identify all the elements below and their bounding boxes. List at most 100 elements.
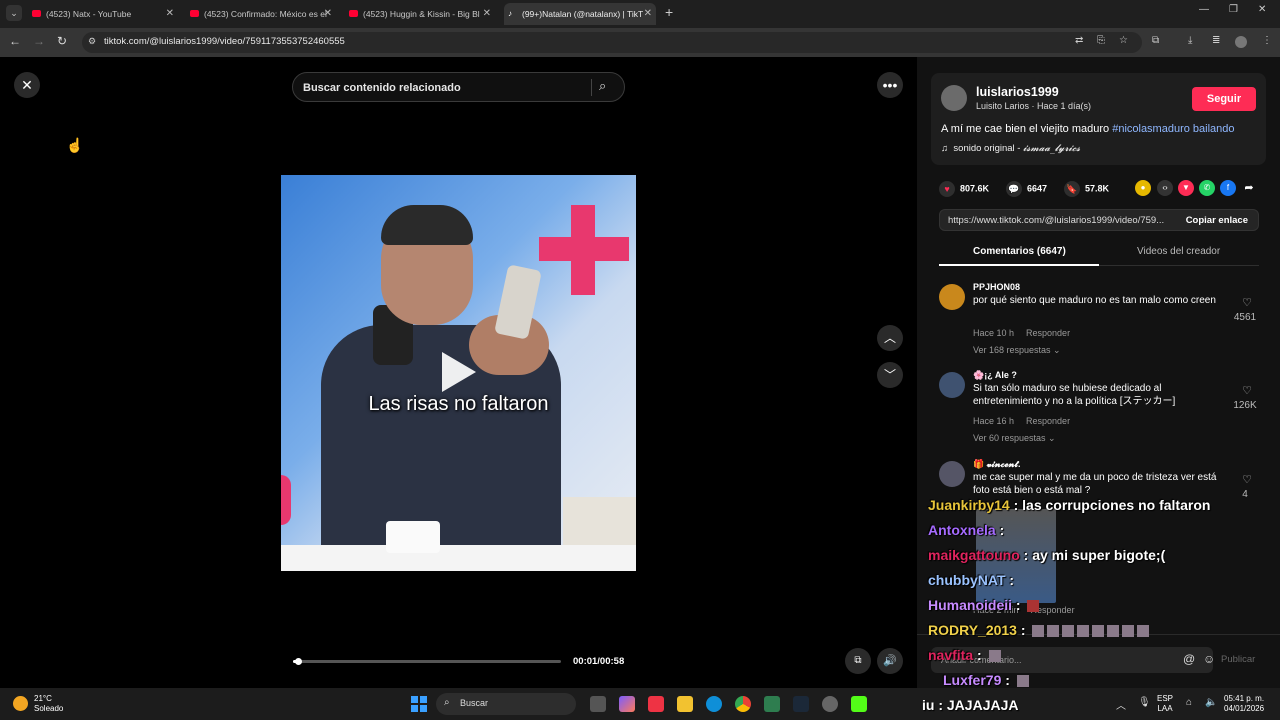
- video-player[interactable]: Las risas no faltaron: [281, 175, 636, 571]
- avatar[interactable]: [941, 85, 967, 111]
- taskbar-search[interactable]: ⌕ Buscar: [436, 693, 576, 715]
- view-replies[interactable]: Ver 60 respuestas ⌄: [973, 433, 1056, 444]
- view-replies[interactable]: Ver 168 respuestas ⌄: [973, 345, 1061, 356]
- tab-comments[interactable]: Comentarios (6647): [973, 246, 1066, 257]
- search-input[interactable]: [303, 79, 583, 96]
- comment-input[interactable]: [941, 653, 1141, 667]
- close-tab-icon[interactable]: ✕: [483, 3, 491, 25]
- clock-date: 04/01/2026: [1224, 704, 1265, 713]
- reload-icon[interactable]: ↻: [57, 34, 67, 48]
- heart-outline-icon[interactable]: ♡: [1235, 473, 1259, 486]
- reply-button[interactable]: Responder: [1026, 416, 1070, 426]
- close-window-icon[interactable]: ✕: [1258, 4, 1266, 15]
- tab-creator-videos[interactable]: Videos del creador: [1137, 246, 1220, 257]
- chevron-up-icon[interactable]: ︿: [877, 325, 903, 351]
- kick-icon[interactable]: [851, 696, 867, 712]
- address-bar[interactable]: ⚙ tiktok.com/@luislarios1999/video/75911…: [82, 32, 1142, 53]
- avatar[interactable]: [939, 372, 965, 398]
- follow-button[interactable]: Seguir: [1192, 87, 1256, 111]
- search-icon[interactable]: ⌕: [599, 78, 606, 94]
- language-indicator[interactable]: ESP LAA: [1157, 694, 1173, 714]
- tray-chevron-up-icon[interactable]: ︿: [1116, 697, 1126, 712]
- menu-kebab-icon[interactable]: ⋮: [1262, 35, 1272, 46]
- translate-icon[interactable]: ⇄: [1075, 35, 1083, 46]
- video-desk: [281, 545, 636, 571]
- tab-youtube-2[interactable]: (4523) Confirmado: México es el ✕: [186, 3, 336, 25]
- tab-youtube-1[interactable]: (4523) Natx - YouTube ✕: [28, 3, 178, 25]
- floating-player-icon[interactable]: ⧉: [845, 648, 871, 674]
- file-explorer-icon[interactable]: [677, 696, 693, 712]
- reply-button[interactable]: Responder: [1026, 328, 1070, 338]
- comment-meta: Hace 16 h Responder: [973, 416, 1070, 426]
- bookmark-icon[interactable]: 🔖: [1064, 181, 1080, 197]
- progress-knob[interactable]: [295, 658, 303, 665]
- sun-icon[interactable]: [13, 696, 28, 711]
- send-icon[interactable]: ▼: [1178, 180, 1194, 196]
- tab-tiktok[interactable]: ♪ (99+)Natalan (@natalanx) | TikT ✕: [504, 3, 656, 25]
- chevron-down-icon[interactable]: ﹀: [877, 362, 903, 388]
- emoji-icon[interactable]: ☺: [1203, 652, 1215, 666]
- close-tab-icon[interactable]: ✕: [166, 3, 174, 25]
- speaker-icon[interactable]: 🔈: [1205, 697, 1217, 708]
- media-control-icon[interactable]: ≣: [1212, 35, 1220, 46]
- weather-widget[interactable]: 21°C Soleado: [34, 694, 63, 714]
- comment-user[interactable]: PPJHON08: [973, 282, 1020, 292]
- facebook-icon[interactable]: f: [1220, 180, 1236, 196]
- publish-button[interactable]: Publicar: [1221, 654, 1255, 665]
- store-icon[interactable]: [648, 696, 664, 712]
- comment-user[interactable]: 🌸¡¿ Ale ?: [973, 370, 1017, 381]
- restore-icon[interactable]: ❐: [1229, 4, 1238, 15]
- play-icon[interactable]: [442, 352, 476, 392]
- steam-icon[interactable]: [793, 696, 809, 712]
- app-icon[interactable]: [822, 696, 838, 712]
- downloads-icon[interactable]: ⤓: [1188, 35, 1192, 46]
- close-tab-icon[interactable]: ✕: [324, 3, 332, 25]
- copilot-icon[interactable]: [619, 696, 635, 712]
- share-arrow-icon[interactable]: ➦: [1241, 180, 1257, 196]
- tab-youtube-3[interactable]: (4523) Huggin & Kissin - Big Bl ✕: [345, 3, 495, 25]
- excel-icon[interactable]: [764, 696, 780, 712]
- task-view-icon[interactable]: [590, 696, 606, 712]
- reply-button[interactable]: Responder: [1031, 605, 1075, 615]
- video-progress-bar[interactable]: [293, 658, 561, 665]
- clock[interactable]: 05:41 p. m. 04/01/2026: [1224, 694, 1264, 714]
- network-icon[interactable]: ⌂: [1186, 697, 1192, 708]
- heart-outline-icon[interactable]: ♡: [1235, 296, 1259, 309]
- close-tab-icon[interactable]: ✕: [644, 3, 652, 25]
- minimize-icon[interactable]: —: [1199, 4, 1209, 15]
- back-icon[interactable]: ←: [9, 34, 21, 48]
- chrome-icon[interactable]: [735, 696, 751, 712]
- windows-start-icon[interactable]: [411, 696, 427, 712]
- mention-icon[interactable]: @: [1183, 652, 1195, 666]
- like-stat[interactable]: ♥ 807.6K: [939, 181, 989, 197]
- more-options-icon[interactable]: •••: [877, 72, 903, 98]
- hashtag-link[interactable]: #nicolasmaduro bailando: [1112, 123, 1234, 135]
- microphone-icon[interactable]: 🎙: [1138, 697, 1151, 708]
- save-stat[interactable]: 🔖 57.8K: [1064, 181, 1109, 197]
- bookmark-star-icon[interactable]: ☆: [1119, 35, 1128, 46]
- close-icon[interactable]: ✕: [14, 72, 40, 98]
- copy-link-button[interactable]: Copiar enlace: [1186, 215, 1248, 226]
- forward-icon[interactable]: →: [33, 34, 45, 48]
- share-link[interactable]: https://www.tiktok.com/@luislarios1999/v…: [948, 215, 1178, 226]
- author-username[interactable]: luislarios1999: [976, 85, 1059, 99]
- comment-user[interactable]: 🎁 𝓿𝓲𝓷𝓬𝓮𝓷𝓽.: [973, 459, 1020, 470]
- comment-icon[interactable]: 💬: [1006, 181, 1022, 197]
- heart-icon[interactable]: ♥: [939, 181, 955, 197]
- whatsapp-icon[interactable]: ✆: [1199, 180, 1215, 196]
- site-info-icon[interactable]: ⚙: [88, 36, 96, 47]
- comment-stat[interactable]: 💬 6647: [1006, 181, 1047, 197]
- avatar[interactable]: [939, 461, 965, 487]
- avatar[interactable]: [939, 284, 965, 310]
- embed-icon[interactable]: ‹›: [1157, 180, 1173, 196]
- sound-info[interactable]: ♫ sonido original - 𝓲𝓼𝓶𝓪𝓪_𝓵𝔂𝓻𝓲𝓬𝓼: [941, 143, 1080, 154]
- volume-icon[interactable]: 🔊: [877, 648, 903, 674]
- extensions-icon[interactable]: ⧉: [1152, 35, 1159, 46]
- edge-icon[interactable]: [706, 696, 722, 712]
- coin-icon[interactable]: ●: [1135, 180, 1151, 196]
- new-tab-icon[interactable]: +: [665, 4, 673, 20]
- profile-avatar[interactable]: [1235, 36, 1247, 48]
- tab-search-chevron-icon[interactable]: ⌄: [6, 5, 22, 21]
- install-app-icon[interactable]: ⎘: [1097, 35, 1105, 46]
- heart-outline-icon[interactable]: ♡: [1235, 384, 1259, 397]
